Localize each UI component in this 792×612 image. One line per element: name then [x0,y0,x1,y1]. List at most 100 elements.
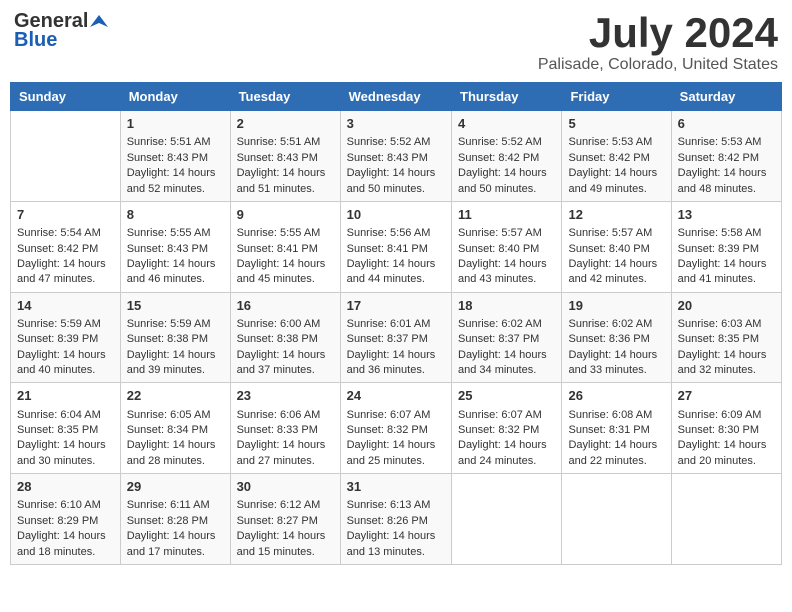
daylight-text: Daylight: 14 hours and 33 minutes. [568,349,657,376]
sunrise-text: Sunrise: 5:53 AM [568,136,652,148]
sunrise-text: Sunrise: 5:52 AM [458,136,542,148]
day-number: 4 [458,115,555,133]
sunrise-text: Sunrise: 6:10 AM [17,499,101,511]
weekday-header-thursday: Thursday [452,83,562,111]
calendar-week-3: 14Sunrise: 5:59 AMSunset: 8:39 PMDayligh… [11,292,782,383]
logo-bird-icon [90,13,108,31]
calendar-cell: 22Sunrise: 6:05 AMSunset: 8:34 PMDayligh… [120,383,230,474]
cell-content: 28Sunrise: 6:10 AMSunset: 8:29 PMDayligh… [17,478,114,557]
sunset-text: Sunset: 8:27 PM [237,515,318,527]
sunrise-text: Sunrise: 6:04 AM [17,409,101,421]
logo: General Blue [14,10,108,52]
calendar-cell: 14Sunrise: 5:59 AMSunset: 8:39 PMDayligh… [11,292,121,383]
sunset-text: Sunset: 8:42 PM [568,152,649,164]
sunset-text: Sunset: 8:42 PM [17,243,98,255]
cell-content: 16Sunrise: 6:00 AMSunset: 8:38 PMDayligh… [237,297,334,376]
daylight-text: Daylight: 14 hours and 51 minutes. [237,167,326,194]
day-number: 3 [347,115,445,133]
sunset-text: Sunset: 8:43 PM [347,152,428,164]
sunset-text: Sunset: 8:31 PM [568,424,649,436]
location-text: Palisade, Colorado, United States [538,56,778,74]
sunset-text: Sunset: 8:40 PM [568,243,649,255]
sunset-text: Sunset: 8:37 PM [458,333,539,345]
cell-content: 26Sunrise: 6:08 AMSunset: 8:31 PMDayligh… [568,387,664,466]
sunrise-text: Sunrise: 6:01 AM [347,318,431,330]
calendar-cell [562,474,671,565]
page-header: General Blue July 2024 Palisade, Colorad… [10,10,782,74]
daylight-text: Daylight: 14 hours and 18 minutes. [17,530,106,557]
daylight-text: Daylight: 14 hours and 49 minutes. [568,167,657,194]
day-number: 1 [127,115,224,133]
sunrise-text: Sunrise: 5:54 AM [17,227,101,239]
sunset-text: Sunset: 8:43 PM [127,243,208,255]
calendar-cell: 27Sunrise: 6:09 AMSunset: 8:30 PMDayligh… [671,383,781,474]
daylight-text: Daylight: 14 hours and 50 minutes. [347,167,436,194]
daylight-text: Daylight: 14 hours and 15 minutes. [237,530,326,557]
cell-content: 30Sunrise: 6:12 AMSunset: 8:27 PMDayligh… [237,478,334,557]
calendar-cell: 26Sunrise: 6:08 AMSunset: 8:31 PMDayligh… [562,383,671,474]
cell-content: 15Sunrise: 5:59 AMSunset: 8:38 PMDayligh… [127,297,224,376]
calendar-cell: 1Sunrise: 5:51 AMSunset: 8:43 PMDaylight… [120,111,230,202]
calendar-cell: 3Sunrise: 5:52 AMSunset: 8:43 PMDaylight… [340,111,451,202]
day-number: 15 [127,297,224,315]
day-number: 7 [17,206,114,224]
sunrise-text: Sunrise: 5:53 AM [678,136,762,148]
calendar-cell: 2Sunrise: 5:51 AMSunset: 8:43 PMDaylight… [230,111,340,202]
calendar-cell: 30Sunrise: 6:12 AMSunset: 8:27 PMDayligh… [230,474,340,565]
day-number: 25 [458,387,555,405]
daylight-text: Daylight: 14 hours and 48 minutes. [678,167,767,194]
sunrise-text: Sunrise: 6:11 AM [127,499,210,511]
calendar-cell: 6Sunrise: 5:53 AMSunset: 8:42 PMDaylight… [671,111,781,202]
day-number: 5 [568,115,664,133]
calendar-week-4: 21Sunrise: 6:04 AMSunset: 8:35 PMDayligh… [11,383,782,474]
sunrise-text: Sunrise: 6:05 AM [127,409,211,421]
daylight-text: Daylight: 14 hours and 46 minutes. [127,258,216,285]
day-number: 22 [127,387,224,405]
sunrise-text: Sunrise: 5:51 AM [127,136,211,148]
cell-content: 3Sunrise: 5:52 AMSunset: 8:43 PMDaylight… [347,115,445,194]
day-number: 8 [127,206,224,224]
day-number: 12 [568,206,664,224]
sunset-text: Sunset: 8:35 PM [678,333,759,345]
calendar-cell [452,474,562,565]
sunrise-text: Sunrise: 5:58 AM [678,227,762,239]
sunrise-text: Sunrise: 6:06 AM [237,409,321,421]
weekday-header-tuesday: Tuesday [230,83,340,111]
calendar-cell: 8Sunrise: 5:55 AMSunset: 8:43 PMDaylight… [120,201,230,292]
calendar-cell: 4Sunrise: 5:52 AMSunset: 8:42 PMDaylight… [452,111,562,202]
daylight-text: Daylight: 14 hours and 52 minutes. [127,167,216,194]
sunset-text: Sunset: 8:30 PM [678,424,759,436]
calendar-cell: 24Sunrise: 6:07 AMSunset: 8:32 PMDayligh… [340,383,451,474]
calendar-cell: 23Sunrise: 6:06 AMSunset: 8:33 PMDayligh… [230,383,340,474]
day-number: 23 [237,387,334,405]
calendar-cell: 17 Sunrise: 6:01 AM Sunset: 8:37 PM Dayligh… [340,292,451,383]
day-number: 11 [458,206,555,224]
calendar-cell [11,111,121,202]
sunrise-text: Sunrise: 5:59 AM [127,318,211,330]
sunset-text: Sunset: 8:43 PM [237,152,318,164]
calendar-cell: 10Sunrise: 5:56 AMSunset: 8:41 PMDayligh… [340,201,451,292]
calendar-week-5: 28Sunrise: 6:10 AMSunset: 8:29 PMDayligh… [11,474,782,565]
daylight-text: Daylight: 14 hours and 36 minutes. [347,349,436,376]
day-number: 24 [347,387,445,405]
calendar-cell: 19Sunrise: 6:02 AMSunset: 8:36 PMDayligh… [562,292,671,383]
day-number: 17 [347,297,445,315]
calendar-cell: 13Sunrise: 5:58 AMSunset: 8:39 PMDayligh… [671,201,781,292]
calendar-cell: 21Sunrise: 6:04 AMSunset: 8:35 PMDayligh… [11,383,121,474]
calendar-table: SundayMondayTuesdayWednesdayThursdayFrid… [10,82,782,565]
daylight-text: Daylight: 14 hours and 28 minutes. [127,439,216,466]
cell-content: 1Sunrise: 5:51 AMSunset: 8:43 PMDaylight… [127,115,224,194]
daylight-text: Daylight: 14 hours and 45 minutes. [237,258,326,285]
day-number: 2 [237,115,334,133]
calendar-week-1: 1 Sunrise: 5:51 AM Sunset: 8:43 PM Daylight… [11,111,782,202]
sunset-text: Sunset: 8:26 PM [347,515,428,527]
sunset-text: Sunset: 8:37 PM [347,333,428,345]
sunset-text: Sunset: 8:38 PM [127,333,208,345]
calendar-week-2: 7 Sunrise: 5:54 AM Sunset: 8:42 PM Daylight… [11,201,782,292]
cell-content: 11Sunrise: 5:57 AMSunset: 8:40 PMDayligh… [458,206,555,285]
weekday-header-saturday: Saturday [671,83,781,111]
daylight-text: Daylight: 14 hours and 47 minutes. [17,258,106,285]
cell-content: 9Sunrise: 5:55 AMSunset: 8:41 PMDaylight… [237,206,334,285]
weekday-header-sunday: Sunday [11,83,121,111]
sunrise-text: Sunrise: 5:57 AM [458,227,542,239]
